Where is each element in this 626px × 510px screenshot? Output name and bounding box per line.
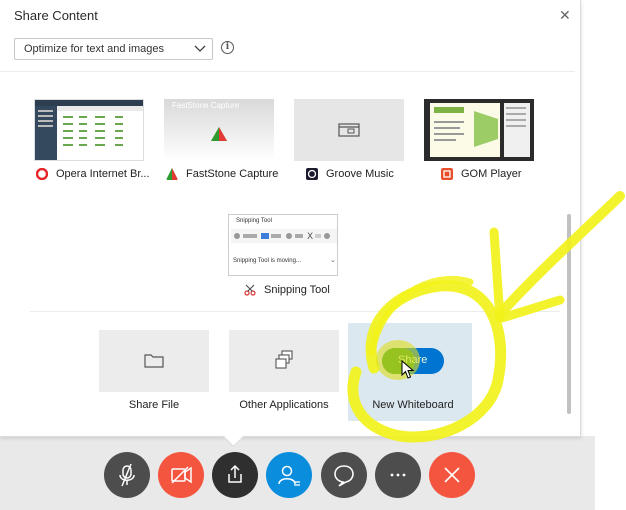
- folder-icon: [144, 354, 164, 368]
- gom-thumbnail[interactable]: [424, 99, 534, 161]
- faststone-logo-icon: [211, 127, 227, 141]
- groove-music-icon: [306, 168, 318, 180]
- opera-window-preview: [35, 100, 143, 160]
- share-content-dialog: Share Content ✕ Optimize for text and im…: [0, 0, 581, 437]
- share-content-button[interactable]: [212, 452, 258, 498]
- app-label-gom[interactable]: GOM Player: [441, 168, 522, 180]
- opera-thumbnail[interactable]: [34, 99, 144, 161]
- optimize-select[interactable]: Optimize for text and images: [14, 38, 213, 60]
- faststone-thumbnail[interactable]: FastStone Capture: [164, 99, 274, 161]
- chat-bubble-icon: [334, 465, 354, 487]
- more-dots-icon: [390, 473, 406, 477]
- section-divider: [30, 311, 560, 312]
- more-options-button[interactable]: [375, 452, 421, 498]
- close-icon: [444, 467, 460, 483]
- share-file-tile[interactable]: [99, 330, 209, 392]
- window-icon: [338, 123, 360, 137]
- participant-icon: [278, 465, 300, 486]
- groove-thumbnail[interactable]: [294, 99, 404, 161]
- optimize-select-value: Optimize for text and images: [24, 43, 165, 55]
- app-label-snipping[interactable]: Snipping Tool: [244, 284, 330, 296]
- scissors-icon: [244, 284, 256, 296]
- faststone-caption: FastStone Capture: [172, 101, 240, 110]
- close-icon[interactable]: ✕: [559, 7, 571, 24]
- stacked-windows-icon: [275, 350, 293, 369]
- gom-player-icon: [441, 168, 453, 180]
- snipping-chevron-icon: ⌄: [330, 257, 336, 264]
- app-label-faststone[interactable]: FastStone Capture: [166, 168, 278, 180]
- chat-button[interactable]: [321, 452, 367, 498]
- participants-button[interactable]: [266, 452, 312, 498]
- snipping-window-title: Snipping Tool: [236, 218, 272, 224]
- dialog-title: Share Content: [14, 8, 98, 23]
- snipping-thumbnail[interactable]: Snipping Tool X Snipping Tool is moving.…: [228, 214, 338, 276]
- share-file-label[interactable]: Share File: [89, 399, 219, 411]
- opera-icon: [36, 168, 48, 180]
- snipping-toolbar: X: [231, 229, 337, 243]
- microphone-muted-icon: [119, 463, 135, 487]
- header-divider: [0, 71, 575, 72]
- svg-text:X: X: [307, 232, 313, 242]
- video-off-icon: [171, 466, 192, 484]
- share-upload-icon: [228, 464, 242, 483]
- app-label-opera[interactable]: Opera Internet Br...: [36, 168, 150, 180]
- leave-meeting-button[interactable]: [429, 452, 475, 498]
- other-applications-label[interactable]: Other Applications: [219, 399, 349, 411]
- gom-window-preview: [424, 99, 534, 161]
- mouse-cursor-icon: [401, 360, 415, 379]
- info-icon[interactable]: i: [221, 41, 234, 54]
- faststone-icon: [166, 168, 178, 180]
- scrollbar-thumb[interactable]: [567, 214, 571, 414]
- stop-video-button[interactable]: [158, 452, 204, 498]
- app-label-groove[interactable]: Groove Music: [306, 168, 394, 180]
- mute-microphone-button[interactable]: [104, 452, 150, 498]
- snipping-status-text: Snipping Tool is moving...: [233, 258, 301, 264]
- chevron-down-icon: [194, 45, 206, 52]
- new-whiteboard-label[interactable]: New Whiteboard: [348, 399, 478, 411]
- other-applications-tile[interactable]: [229, 330, 339, 392]
